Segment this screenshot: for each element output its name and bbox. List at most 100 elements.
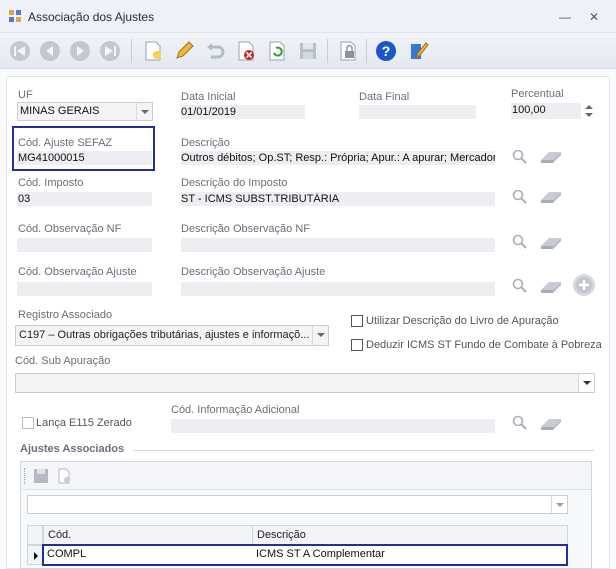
chevron-down-icon — [141, 110, 149, 114]
cod-obs-nf-field[interactable] — [17, 238, 152, 252]
lanca-e115-label: Lança E115 Zerado — [36, 417, 132, 429]
chevron-down-icon — [556, 503, 564, 507]
first-record-button[interactable] — [6, 37, 34, 65]
spin-down-icon[interactable] — [585, 113, 593, 117]
cod-ajuste-value: MG41000015 — [18, 152, 85, 164]
uf-select[interactable]: MINAS GERAIS — [17, 102, 153, 121]
section-divider — [133, 450, 594, 451]
data-final-field[interactable] — [359, 105, 476, 119]
edit-note-button[interactable] — [404, 37, 432, 65]
undo-icon — [207, 43, 225, 59]
lock-icon — [340, 41, 356, 61]
cod-imposto-value: 03 — [18, 193, 31, 205]
cod-obs-ajuste-field[interactable] — [17, 282, 152, 296]
refresh-icon — [269, 41, 285, 61]
registro-value: C197 – Outras obrigações tributárias, aj… — [19, 329, 309, 341]
eraser-icon[interactable] — [539, 280, 563, 294]
search-icon[interactable] — [512, 149, 528, 165]
data-final-label: Data Final — [359, 91, 410, 103]
search-icon[interactable] — [512, 189, 528, 205]
delete-button[interactable] — [232, 37, 260, 65]
ajustes-filter-select[interactable] — [27, 495, 568, 514]
registro-label: Registro Associado — [18, 309, 113, 321]
uf-label: UF — [18, 89, 33, 101]
chevron-down-icon — [583, 381, 591, 385]
filter-dropdown-arrow[interactable] — [551, 496, 567, 513]
descricao-label: Descrição — [181, 137, 230, 149]
pencil-note-icon — [411, 42, 429, 60]
next-record-icon — [70, 41, 90, 61]
title-bar: Associação dos Ajustes — ✕ — [0, 0, 616, 33]
save-disk-icon — [300, 43, 316, 59]
grid-row-header-corner — [27, 525, 43, 545]
desc-imposto-label: Descrição do Imposto — [181, 177, 288, 189]
window: Associação dos Ajustes — ✕ ? UF MINAS GE… — [0, 0, 616, 569]
desc-obs-ajuste-label: Descrição Observação Ajuste — [181, 266, 326, 278]
info-adicional-label: Cód. Informação Adicional — [171, 404, 300, 416]
svg-text:?: ? — [382, 43, 391, 59]
delete-icon — [238, 41, 254, 61]
desc-obs-nf-field[interactable] — [181, 238, 495, 252]
uf-value: MINAS GERAIS — [20, 105, 100, 117]
uf-dropdown-arrow[interactable] — [136, 103, 152, 120]
cod-obs-nf-label: Cód. Observação NF — [18, 223, 122, 235]
row-selector[interactable] — [27, 545, 43, 565]
cod-imposto-field[interactable] — [17, 192, 152, 206]
add-icon[interactable] — [572, 273, 596, 297]
grid-new-icon[interactable] — [56, 468, 72, 484]
help-icon: ? — [376, 41, 396, 61]
data-inicial-label: Data Inicial — [181, 91, 236, 103]
percentual-value: 100,00 — [512, 104, 546, 116]
lock-button[interactable] — [334, 37, 362, 65]
desc-obs-ajuste-field[interactable] — [181, 282, 495, 296]
edit-button[interactable] — [170, 37, 198, 65]
registro-select[interactable]: C197 – Outras obrigações tributárias, aj… — [15, 325, 329, 346]
sub-apuracao-select[interactable] — [15, 373, 595, 393]
info-adicional-field[interactable] — [171, 419, 495, 433]
help-button[interactable]: ? — [372, 37, 400, 65]
close-button[interactable]: ✕ — [582, 6, 606, 28]
sub-apuracao-dropdown-arrow[interactable] — [578, 374, 594, 392]
spin-up-icon[interactable] — [585, 105, 593, 109]
undo-button[interactable] — [201, 37, 229, 65]
eraser-icon[interactable] — [539, 190, 563, 204]
selected-row-highlight — [42, 544, 568, 566]
lanca-e115-checkbox[interactable] — [22, 417, 34, 429]
save-button[interactable] — [294, 37, 322, 65]
pencil-icon — [176, 41, 194, 59]
window-title: Associação dos Ajustes — [28, 10, 155, 24]
search-icon[interactable] — [512, 234, 528, 250]
app-icon — [9, 10, 21, 22]
last-record-button[interactable] — [96, 37, 124, 65]
utilizar-desc-label: Utilizar Descrição do Livro de Apuração — [366, 315, 559, 327]
previous-record-icon — [40, 41, 60, 61]
column-header-cod[interactable]: Cód. — [43, 525, 253, 545]
grid-save-icon[interactable] — [33, 468, 49, 484]
desc-imposto-value: ST - ICMS SUBST.TRIBUTÁRIA — [181, 193, 340, 205]
utilizar-desc-checkbox[interactable] — [351, 315, 363, 327]
chevron-down-icon — [317, 333, 325, 337]
minimize-button[interactable]: — — [553, 6, 577, 28]
descricao-value: Outros débitos; Op.ST; Resp.: Própria; A… — [181, 152, 495, 164]
new-document-icon — [145, 41, 161, 61]
refresh-button[interactable] — [263, 37, 291, 65]
ajustes-section-title: Ajustes Associados — [20, 443, 125, 455]
deduzir-icms-checkbox[interactable] — [351, 339, 363, 351]
eraser-icon[interactable] — [539, 150, 563, 164]
deduzir-icms-label: Deduzir ICMS ST Fundo de Combate à Pobre… — [366, 339, 602, 351]
new-button[interactable] — [139, 37, 167, 65]
cod-ajuste-label: Cód. Ajuste SEFAZ — [18, 137, 113, 149]
first-record-icon — [10, 41, 30, 61]
search-icon[interactable] — [512, 278, 528, 294]
registro-dropdown-arrow[interactable] — [312, 326, 328, 345]
toolbar: ? — [0, 33, 616, 69]
eraser-icon[interactable] — [539, 236, 563, 250]
search-icon[interactable] — [512, 415, 528, 431]
cod-obs-ajuste-label: Cód. Observação Ajuste — [18, 266, 137, 278]
percentual-spinner[interactable] — [582, 102, 596, 120]
eraser-icon[interactable] — [539, 417, 563, 431]
next-record-button[interactable] — [66, 37, 94, 65]
cod-imposto-label: Cód. Imposto — [18, 177, 84, 189]
previous-record-button[interactable] — [36, 37, 64, 65]
column-header-descricao[interactable]: Descrição — [252, 525, 568, 545]
